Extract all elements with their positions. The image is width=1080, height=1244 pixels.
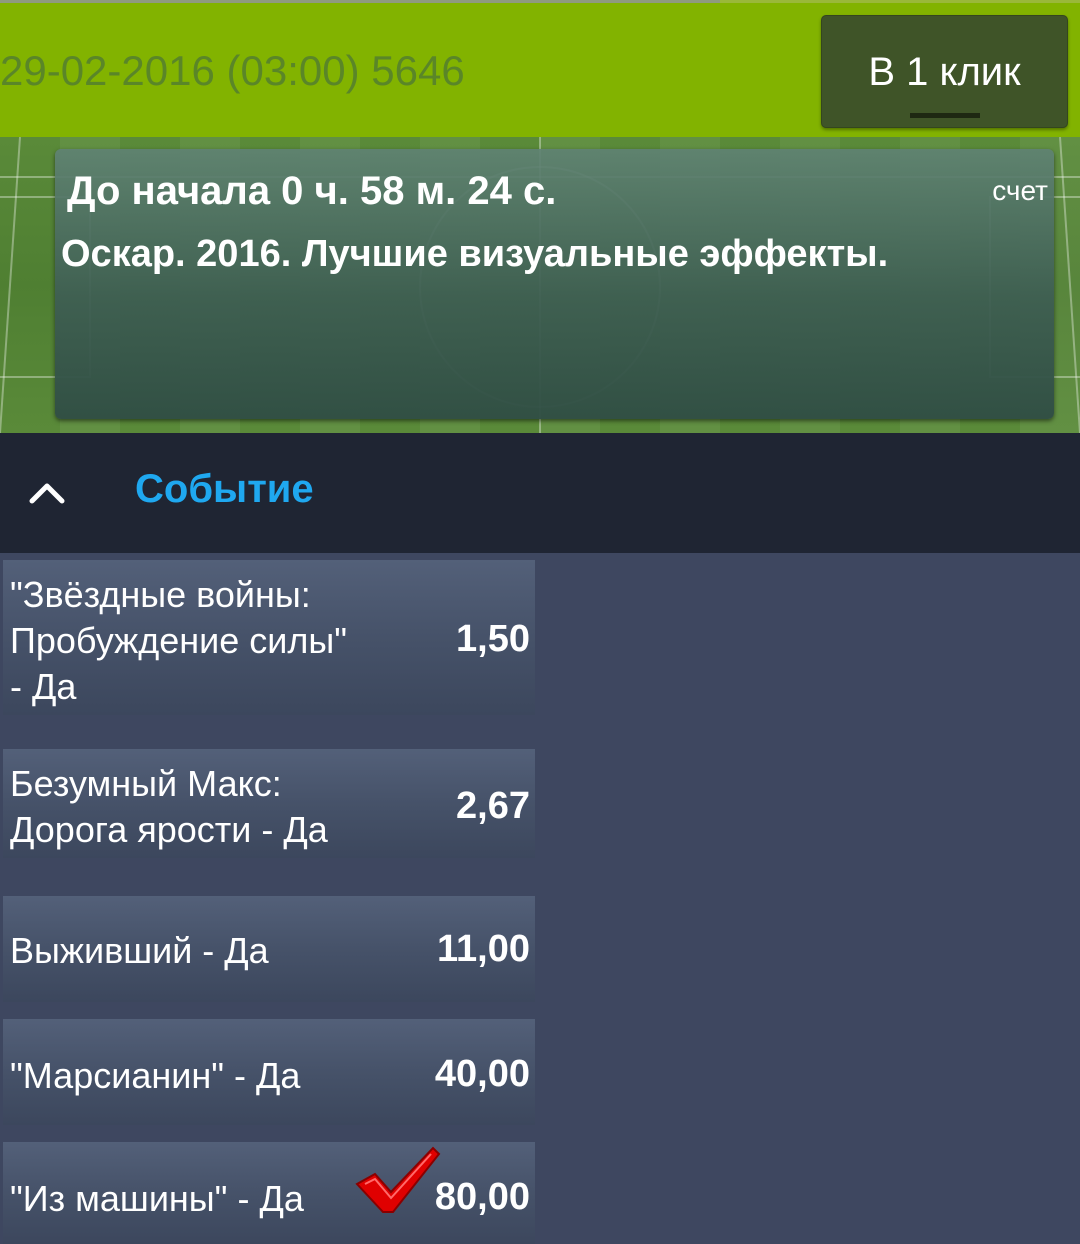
outcome-label-line: Выживший - Да	[10, 930, 269, 971]
event-header: 29-02-2016 (03:00) 5646 В 1 клик	[0, 3, 1080, 137]
pitch-background: До начала 0 ч. 58 м. 24 с. счет Оскар. 2…	[0, 137, 1080, 433]
outcome-odds: 40,00	[434, 1053, 530, 1095]
outcome-odds: 2,67	[456, 785, 530, 827]
outcome-label: "Марсианин" - Да	[10, 1053, 300, 1099]
outcome-label-line: Пробуждение силы"	[10, 620, 348, 661]
outcome-label: Выживший - Да	[10, 928, 269, 974]
section-title: Событие	[135, 467, 314, 511]
outcome-label: "Из машины" - Да	[10, 1176, 304, 1222]
outcome-label: "Звёздные войны: Пробуждение силы" - Да	[10, 572, 347, 710]
outcome-row[interactable]: "Звёздные войны: Пробуждение силы" - Да …	[3, 560, 535, 715]
outcome-odds: 80,00	[434, 1176, 530, 1218]
score-label[interactable]: счет	[992, 175, 1048, 207]
event-info-card: До начала 0 ч. 58 м. 24 с. счет Оскар. 2…	[55, 149, 1054, 419]
section-header[interactable]: Событие	[0, 433, 1080, 553]
outcome-row[interactable]: "Марсианин" - Да 40,00	[3, 1019, 535, 1125]
outcome-label-line: - Да	[10, 666, 77, 707]
countdown-text: До начала 0 ч. 58 м. 24 с.	[67, 169, 557, 213]
outcome-label: Безумный Макс: Дорога ярости - Да	[10, 761, 328, 853]
outcome-odds: 1,50	[456, 618, 530, 660]
red-checkmark-icon	[355, 1146, 441, 1213]
chevron-up-icon[interactable]	[28, 473, 66, 511]
outcome-row-selected[interactable]: "Из машины" - Да 80,00	[3, 1142, 535, 1244]
outcome-label-line: "Марсианин" - Да	[10, 1055, 301, 1096]
outcome-label-line: Безумный Макс:	[10, 763, 282, 804]
outcome-label-line: "Из машины" - Да	[10, 1178, 304, 1219]
outcome-row[interactable]: Безумный Макс: Дорога ярости - Да 2,67	[3, 749, 535, 858]
outcome-label-line: Дорога ярости - Да	[10, 809, 328, 850]
outcome-odds: 11,00	[437, 928, 530, 970]
one-click-indicator	[910, 113, 980, 118]
outcome-row[interactable]: Выживший - Да 11,00	[3, 896, 535, 1002]
outcome-label-line: "Звёздные войны:	[10, 574, 311, 615]
event-name: Оскар. 2016. Лучшие визуальные эффекты.	[61, 233, 889, 275]
event-date-title: 29-02-2016 (03:00) 5646	[0, 47, 465, 94]
one-click-label: В 1 клик	[868, 50, 1021, 94]
one-click-button[interactable]: В 1 клик	[821, 15, 1068, 128]
